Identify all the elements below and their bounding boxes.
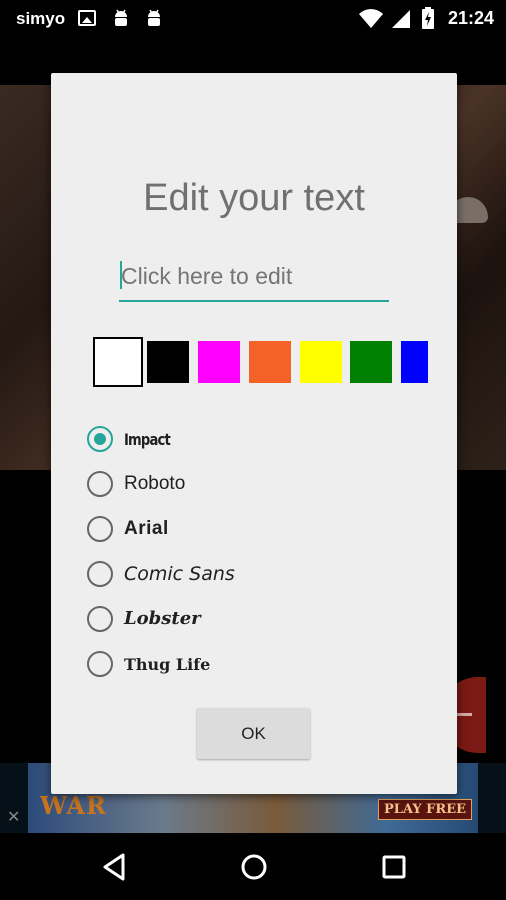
color-swatch-green[interactable]	[350, 341, 392, 383]
android-notification-icon	[148, 9, 160, 26]
color-swatch-yellow[interactable]	[300, 341, 342, 383]
color-palette	[93, 336, 433, 388]
color-swatch-magenta[interactable]	[198, 341, 240, 383]
radio-button[interactable]	[87, 426, 113, 452]
status-bar: simyo 21:24	[0, 0, 506, 38]
color-swatch-blue[interactable]	[401, 341, 428, 383]
radio-button[interactable]	[87, 471, 113, 497]
font-label: Arial	[124, 518, 169, 539]
font-radio-group: Impact Roboto Arial Comic Sans Lobster T…	[87, 423, 387, 693]
radio-button[interactable]	[87, 561, 113, 587]
font-option-roboto[interactable]: Roboto	[87, 468, 387, 513]
navigation-bar	[0, 833, 506, 900]
back-icon[interactable]	[97, 850, 131, 884]
text-cursor	[120, 261, 122, 289]
ad-close-icon: ✕	[7, 809, 21, 826]
color-swatch-orange[interactable]	[249, 341, 291, 383]
font-label: Lobster	[124, 608, 201, 629]
font-label: Roboto	[124, 473, 186, 494]
ad-cta: PLAY FREE	[378, 799, 473, 820]
font-label: Comic Sans	[124, 563, 235, 585]
dialog-title: Edit your text	[143, 177, 365, 219]
color-swatch-white[interactable]	[93, 337, 143, 387]
text-input[interactable]	[119, 257, 389, 295]
ok-button[interactable]: OK	[197, 708, 310, 759]
font-option-comic-sans[interactable]: Comic Sans	[87, 558, 387, 603]
home-icon[interactable]	[237, 850, 271, 884]
font-option-impact[interactable]: Impact	[87, 423, 387, 468]
android-notification-icon	[115, 9, 127, 26]
font-option-thug-life[interactable]: Thug Life	[87, 648, 387, 693]
font-option-lobster[interactable]: Lobster	[87, 603, 387, 648]
recents-icon[interactable]	[377, 850, 411, 884]
radio-button[interactable]	[87, 516, 113, 542]
signal-icon	[392, 10, 410, 28]
text-input-underline	[119, 300, 389, 302]
font-label: Thug Life	[124, 655, 211, 674]
radio-button[interactable]	[87, 606, 113, 632]
carrier-name: simyo	[16, 9, 66, 28]
wifi-icon	[359, 9, 383, 28]
battery-charging-icon	[422, 7, 434, 29]
font-label: Impact	[124, 430, 171, 449]
text-edit-field[interactable]	[119, 253, 389, 303]
gallery-notification-icon	[78, 10, 96, 26]
font-option-arial[interactable]: Arial	[87, 513, 387, 558]
ad-headline: WAR	[40, 791, 107, 820]
clock: 21:24	[447, 8, 494, 28]
radio-button[interactable]	[87, 651, 113, 677]
edit-text-dialog: Edit your text Impact Roboto	[51, 73, 457, 794]
screen: simyo 21:24 ✕ WAR PLAY FREE Edit your te…	[0, 0, 506, 900]
color-swatch-black[interactable]	[147, 341, 189, 383]
